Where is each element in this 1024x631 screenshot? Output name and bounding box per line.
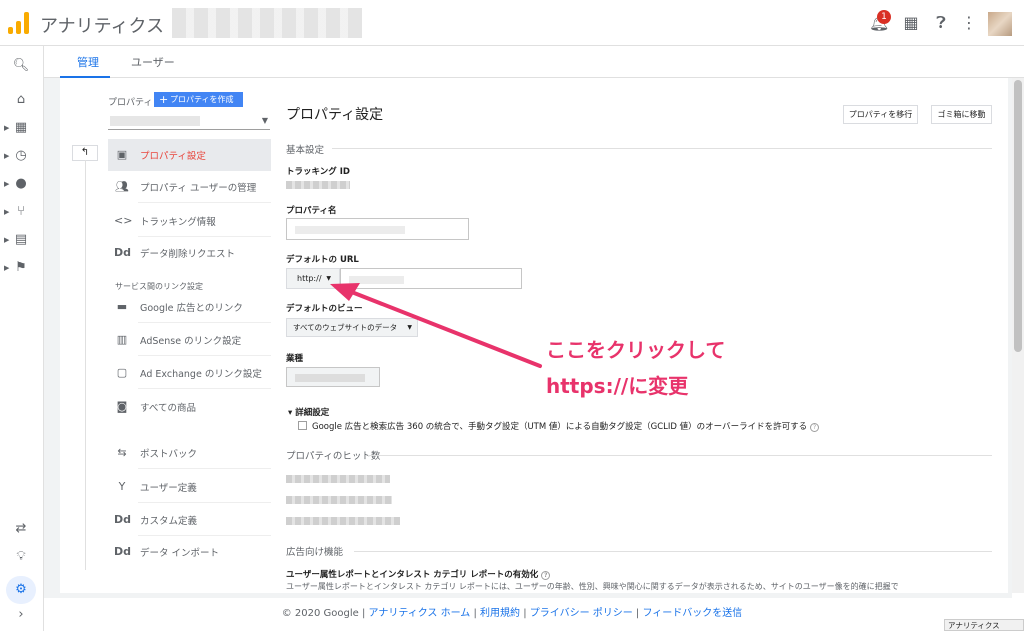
annotation-arrow [330, 283, 542, 368]
footer-link-privacy[interactable]: プライバシー ポリシー [530, 608, 633, 619]
footer-link-terms[interactable]: 利用規約 [480, 608, 520, 619]
footer-copyright: © 2020 Google [281, 608, 359, 619]
status-tooltip: アナリティクス [944, 619, 1024, 631]
footer-link-analytics-home[interactable]: アナリティクス ホーム [369, 608, 471, 619]
footer-link-feedback[interactable]: フィードバックを送信 [642, 608, 742, 619]
annotation-text-line2: https://に変更 [546, 374, 689, 398]
footer: © 2020 Google | アナリティクス ホーム | 利用規約 | プライ… [281, 608, 743, 619]
annotation-text-line1: ここをクリックして [546, 338, 726, 362]
